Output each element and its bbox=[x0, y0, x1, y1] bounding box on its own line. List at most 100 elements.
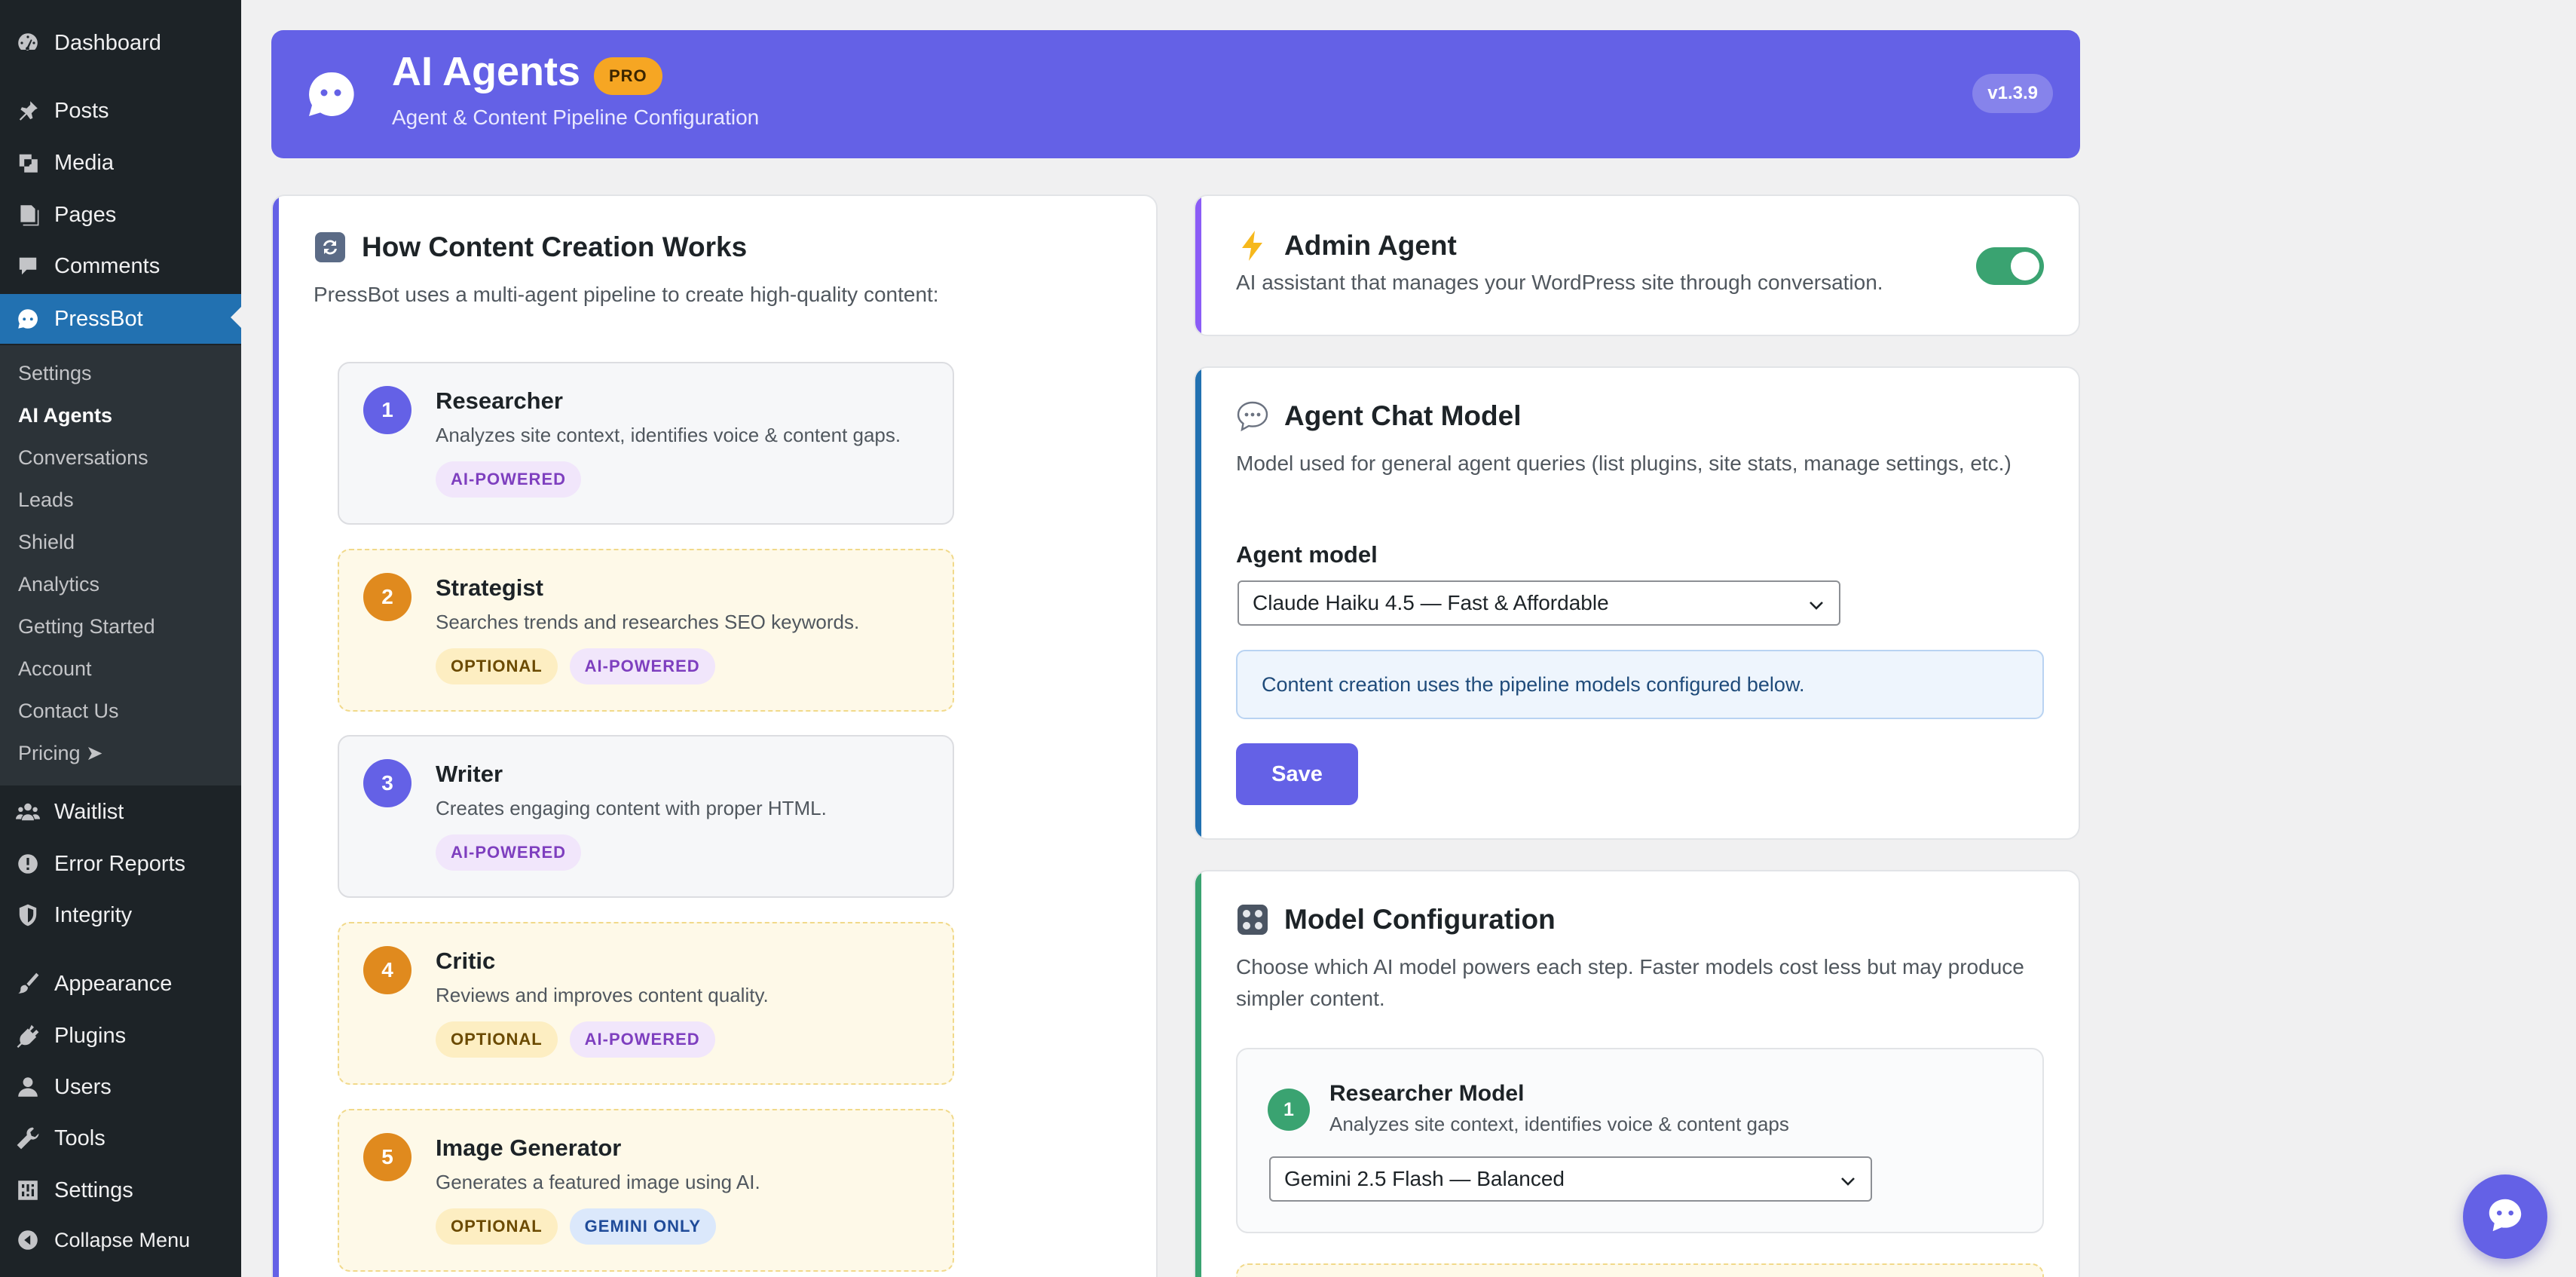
pipeline-description: PressBot uses a multi-agent pipeline to … bbox=[314, 283, 939, 306]
submenu-account[interactable]: Account bbox=[18, 657, 92, 681]
dashboard-icon bbox=[15, 30, 41, 56]
researcher-model-description: Analyzes site context, identifies voice … bbox=[1329, 1113, 1789, 1135]
comment-icon bbox=[15, 253, 41, 279]
step-name: Image Generator bbox=[436, 1135, 622, 1161]
step-description: Generates a featured image using AI. bbox=[436, 1171, 760, 1193]
pro-badge: PRO bbox=[594, 57, 662, 95]
pressbot-icon bbox=[15, 306, 41, 332]
pipeline-title: How Content Creation Works bbox=[314, 231, 747, 264]
optional-tag: OPTIONAL bbox=[436, 648, 558, 684]
warning-icon bbox=[15, 851, 41, 877]
model-config-description: Choose which AI model powers each step. … bbox=[1236, 955, 2024, 1010]
menu-item-media[interactable]: Media bbox=[0, 139, 241, 186]
step-number: 1 bbox=[363, 386, 411, 434]
speech-bubble-icon bbox=[1236, 400, 1269, 433]
chat-model-description: Model used for general agent queries (li… bbox=[1236, 452, 2012, 475]
ai-powered-tag: AI-POWERED bbox=[569, 1021, 715, 1058]
step-number: 4 bbox=[363, 946, 411, 994]
submenu-contact-us[interactable]: Contact Us bbox=[18, 700, 119, 723]
gemini-only-tag: GEMINI ONLY bbox=[569, 1208, 717, 1245]
step-name: Writer bbox=[436, 761, 503, 787]
submenu-shield[interactable]: Shield bbox=[18, 531, 75, 554]
pipeline-step-writer: 3 Writer Creates engaging content with p… bbox=[338, 735, 954, 898]
menu-item-plugins[interactable]: Plugins bbox=[0, 1012, 241, 1059]
media-icon bbox=[15, 150, 41, 176]
step-name: Strategist bbox=[436, 574, 543, 601]
researcher-model-block: 1 Researcher Model Analyzes site context… bbox=[1236, 1048, 2044, 1233]
menu-item-posts[interactable]: Posts bbox=[0, 87, 241, 134]
admin-sidebar: Dashboard Posts Media Pages Comments Pre… bbox=[0, 0, 241, 1277]
researcher-model-name: Researcher Model bbox=[1329, 1081, 1525, 1106]
menu-item-settings[interactable]: Settings bbox=[0, 1167, 241, 1214]
admin-agent-toggle[interactable] bbox=[1976, 247, 2044, 285]
chevron-down-icon bbox=[1839, 1171, 1857, 1190]
pressbot-logo-icon bbox=[306, 69, 356, 119]
page-subtitle: Agent & Content Pipeline Configuration bbox=[392, 106, 760, 129]
lightning-icon bbox=[1236, 229, 1269, 262]
menu-item-dashboard[interactable]: Dashboard bbox=[0, 20, 241, 66]
save-button[interactable]: Save bbox=[1236, 743, 1358, 805]
submenu-ai-agents[interactable]: AI Agents bbox=[18, 404, 112, 427]
groups-icon bbox=[15, 799, 41, 825]
submenu-conversations[interactable]: Conversations bbox=[18, 446, 148, 470]
collapse-menu-button[interactable]: Collapse Menu bbox=[0, 1217, 241, 1263]
model-configuration-card: Model Configuration Choose which AI mode… bbox=[1194, 870, 2080, 1277]
step-name: Researcher bbox=[436, 387, 563, 414]
user-icon bbox=[15, 1074, 41, 1100]
step-name: Critic bbox=[436, 948, 496, 974]
optional-tag: OPTIONAL bbox=[436, 1208, 558, 1245]
shield-icon bbox=[15, 902, 41, 928]
version-badge: v1.3.9 bbox=[1972, 74, 2053, 113]
page-header: AI Agents PRO Agent & Content Pipeline C… bbox=[271, 30, 2080, 158]
sliders-icon bbox=[15, 1177, 41, 1203]
step-description: Creates engaging content with proper HTM… bbox=[436, 797, 827, 819]
pipeline-step-image-generator: 5 Image Generator Generates a featured i… bbox=[338, 1109, 954, 1272]
ai-powered-tag: AI-POWERED bbox=[436, 461, 581, 498]
step-number: 1 bbox=[1268, 1089, 1310, 1131]
pipeline-step-researcher: 1 Researcher Analyzes site context, iden… bbox=[338, 362, 954, 525]
optional-tag: OPTIONAL bbox=[436, 1021, 558, 1058]
agent-chat-model-card: Agent Chat Model Model used for general … bbox=[1194, 366, 2080, 840]
menu-item-error-reports[interactable]: Error Reports bbox=[0, 841, 241, 887]
cycle-icon bbox=[314, 231, 347, 264]
collapse-icon bbox=[15, 1227, 41, 1253]
menu-item-appearance[interactable]: Appearance bbox=[0, 960, 241, 1007]
submenu-pricing[interactable]: Pricing ➤ bbox=[18, 742, 103, 765]
brush-icon bbox=[15, 971, 41, 997]
menu-item-users[interactable]: Users bbox=[0, 1064, 241, 1110]
admin-agent-title: Admin Agent bbox=[1236, 229, 1457, 262]
ai-powered-tag: AI-POWERED bbox=[436, 834, 581, 871]
page-title: AI Agents bbox=[392, 49, 581, 94]
researcher-model-select[interactable]: Gemini 2.5 Flash — Balanced bbox=[1269, 1156, 1872, 1202]
pipeline-step-strategist: 2 Strategist Searches trends and researc… bbox=[338, 549, 954, 712]
plugin-icon bbox=[15, 1023, 41, 1049]
chat-model-title: Agent Chat Model bbox=[1236, 400, 1521, 433]
submenu-settings[interactable]: Settings bbox=[18, 362, 92, 385]
step-number: 2 bbox=[363, 573, 411, 621]
menu-item-tools[interactable]: Tools bbox=[0, 1115, 241, 1162]
chat-launcher-button[interactable] bbox=[2463, 1174, 2547, 1259]
pipeline-step-critic: 4 Critic Reviews and improves content qu… bbox=[338, 922, 954, 1085]
step-description: Analyzes site context, identifies voice … bbox=[436, 424, 901, 446]
control-knobs-icon bbox=[1236, 903, 1269, 936]
submenu-analytics[interactable]: Analytics bbox=[18, 573, 99, 596]
agent-model-label: Agent model bbox=[1236, 541, 1378, 568]
submenu-getting-started[interactable]: Getting Started bbox=[18, 615, 155, 638]
submenu-leads[interactable]: Leads bbox=[18, 488, 74, 512]
menu-item-integrity[interactable]: Integrity bbox=[0, 892, 241, 939]
pipeline-info-notice: Content creation uses the pipeline model… bbox=[1236, 650, 2044, 719]
pages-icon bbox=[15, 202, 41, 228]
menu-item-waitlist[interactable]: Waitlist bbox=[0, 789, 241, 835]
ai-powered-tag: AI-POWERED bbox=[569, 648, 715, 684]
menu-item-pages[interactable]: Pages bbox=[0, 191, 241, 238]
toggle-knob bbox=[2011, 252, 2039, 280]
admin-agent-card: Admin Agent AI assistant that manages yo… bbox=[1194, 194, 2080, 336]
admin-agent-description: AI assistant that manages your WordPress… bbox=[1236, 271, 1883, 294]
agent-model-select[interactable]: Claude Haiku 4.5 — Fast & Affordable bbox=[1238, 580, 1840, 626]
wrench-icon bbox=[15, 1125, 41, 1151]
menu-item-pressbot[interactable]: PressBot bbox=[0, 294, 241, 344]
menu-item-comments[interactable]: Comments bbox=[0, 243, 241, 289]
pressbot-submenu: Settings AI Agents Conversations Leads S… bbox=[0, 345, 241, 785]
model-config-title: Model Configuration bbox=[1236, 903, 1556, 936]
step-description: Reviews and improves content quality. bbox=[436, 984, 769, 1006]
